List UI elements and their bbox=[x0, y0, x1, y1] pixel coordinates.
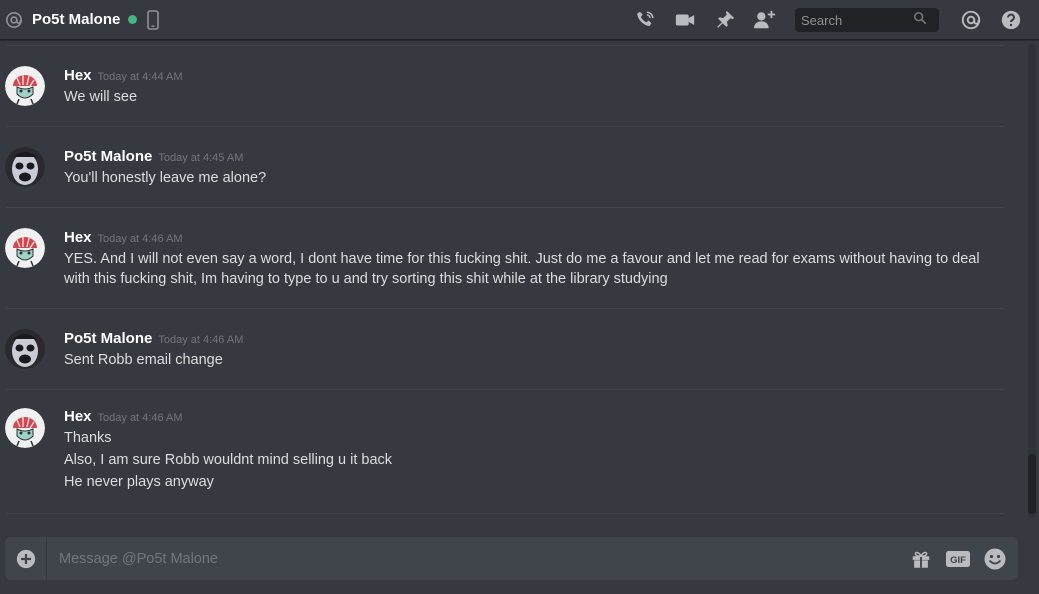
message-divider bbox=[6, 308, 1004, 309]
message-timestamp: Today at 4:46 AM bbox=[97, 233, 183, 245]
message-input[interactable] bbox=[59, 550, 908, 567]
po5t-avatar[interactable] bbox=[5, 147, 45, 187]
mobile-icon bbox=[147, 9, 160, 30]
message-text: He never plays anyway bbox=[64, 474, 214, 490]
message-divider bbox=[6, 389, 1004, 390]
message-timestamp: Today at 4:45 AM bbox=[158, 152, 244, 164]
message-group: Hex Today at 4:46 AM Thanks Also, I am s… bbox=[0, 408, 1024, 492]
gift-icon[interactable] bbox=[908, 546, 934, 572]
message-text: You'll honestly leave me alone? bbox=[64, 170, 267, 186]
message-divider bbox=[6, 207, 1004, 208]
message-group: Po5t Malone Today at 4:45 AM You'll hone… bbox=[0, 147, 1024, 188]
scrollbar-thumb[interactable] bbox=[1028, 454, 1036, 514]
help-icon[interactable] bbox=[999, 8, 1023, 32]
message-text: Thanks bbox=[64, 430, 112, 446]
mentions-icon[interactable] bbox=[959, 8, 983, 32]
message-timestamp: Today at 4:44 AM bbox=[97, 71, 183, 83]
message-username[interactable]: Po5t Malone bbox=[64, 148, 152, 165]
pin-icon[interactable] bbox=[713, 8, 737, 32]
search-bar[interactable] bbox=[795, 8, 939, 32]
message-divider bbox=[6, 513, 1004, 514]
message-username[interactable]: Po5t Malone bbox=[64, 330, 152, 347]
video-icon[interactable] bbox=[673, 8, 697, 32]
search-input[interactable] bbox=[801, 12, 913, 28]
call-icon[interactable] bbox=[633, 8, 657, 32]
add-attachment-icon[interactable] bbox=[5, 537, 47, 580]
message-text: with this fucking shit, Im having to typ… bbox=[64, 271, 668, 287]
message-timestamp: Today at 4:46 AM bbox=[158, 334, 244, 346]
add-friend-icon[interactable] bbox=[753, 8, 777, 32]
message-composer: GIF bbox=[5, 537, 1018, 580]
hex-avatar[interactable] bbox=[5, 408, 45, 448]
message-username[interactable]: Hex bbox=[64, 229, 92, 246]
at-icon bbox=[4, 10, 24, 30]
message-text: We will see bbox=[64, 89, 138, 105]
message-group: Hex Today at 4:44 AM We will see bbox=[0, 66, 1024, 107]
emoji-icon[interactable] bbox=[982, 546, 1008, 572]
message-text: Also, I am sure Robb wouldnt mind sellin… bbox=[64, 452, 393, 468]
message-username[interactable]: Hex bbox=[64, 408, 92, 425]
message-group: Po5t Malone Today at 4:46 AM Sent Robb e… bbox=[0, 329, 1024, 370]
scrollbar[interactable] bbox=[1028, 44, 1036, 518]
search-icon bbox=[913, 11, 927, 30]
message-text: Sent Robb email change bbox=[64, 352, 223, 368]
dm-window: Po5t Malone Search Hex Today at 4:44 AM … bbox=[0, 0, 1039, 594]
header-toolbar bbox=[617, 0, 1039, 40]
po5t-avatar[interactable] bbox=[5, 329, 45, 369]
hex-avatar[interactable] bbox=[5, 228, 45, 268]
message-list[interactable]: Hex Today at 4:44 AM We will see Po5t Ma… bbox=[0, 41, 1024, 530]
message-divider bbox=[6, 45, 1004, 46]
channel-header: Po5t Malone bbox=[0, 0, 1039, 40]
message-timestamp: Today at 4:46 AM bbox=[97, 412, 183, 424]
gif-icon[interactable]: GIF bbox=[945, 546, 971, 572]
channel-name: Po5t Malone bbox=[32, 11, 121, 28]
message-text: YES. And I will not even say a word, I d… bbox=[64, 251, 980, 267]
online-status-indicator bbox=[128, 15, 138, 24]
message-username[interactable]: Hex bbox=[64, 67, 92, 84]
hex-avatar[interactable] bbox=[5, 66, 45, 106]
message-group: Hex Today at 4:46 AM YES. And I will not… bbox=[0, 228, 1024, 289]
message-divider bbox=[6, 126, 1004, 127]
gif-label: GIF bbox=[950, 555, 966, 566]
